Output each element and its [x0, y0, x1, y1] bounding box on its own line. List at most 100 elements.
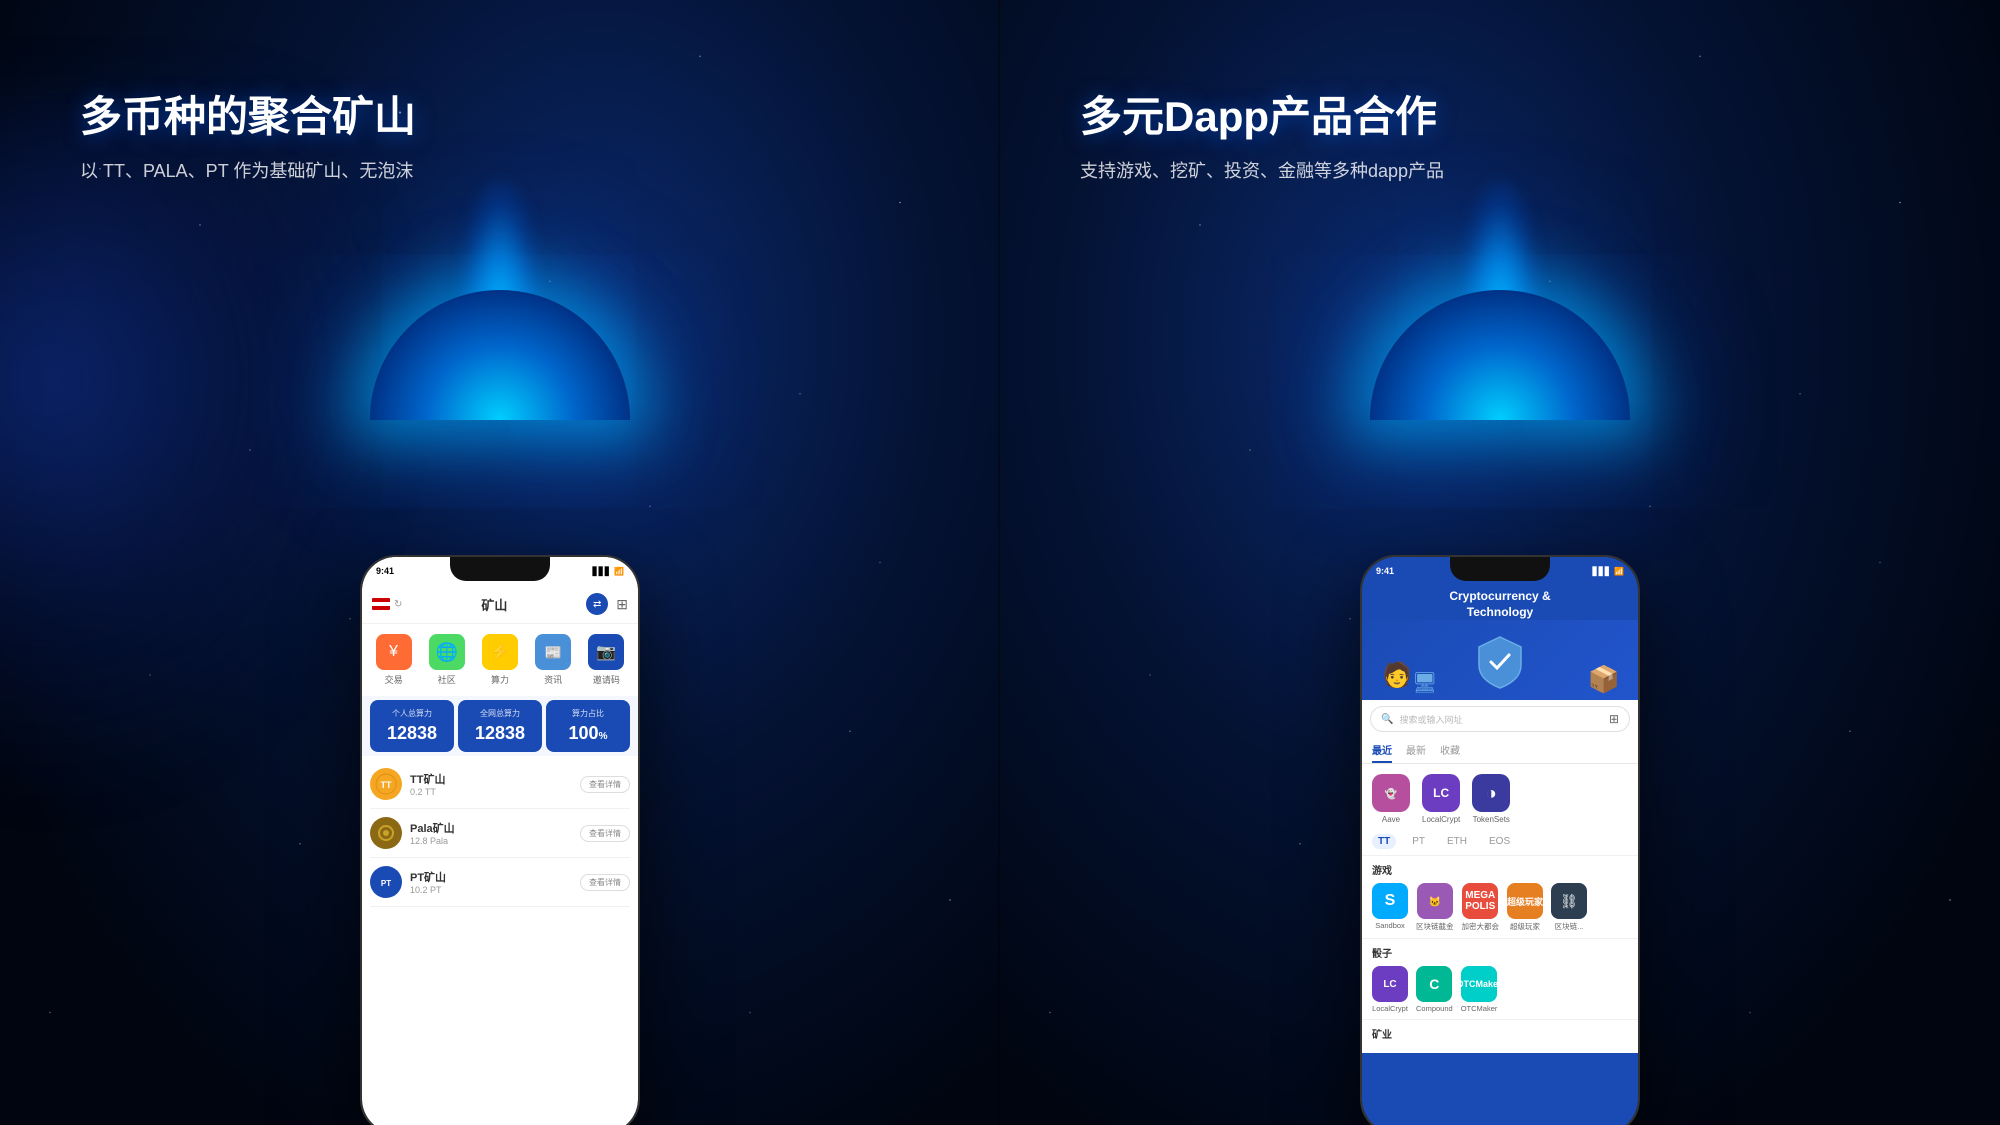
pt-amount: 10.2 PT — [410, 885, 446, 895]
quick-item-compute[interactable]: ⚡ 算力 — [482, 634, 518, 686]
quick-item-trade[interactable]: ¥ 交易 — [376, 634, 412, 686]
mining-pt-left: PT PT矿山 10.2 PT — [370, 866, 446, 898]
dapp-tabs: 最近 最新 收藏 — [1362, 738, 1638, 764]
illus-box: 📦 — [1588, 664, 1620, 695]
signal-right: ▋▋▋ 📶 — [1593, 567, 1624, 576]
signal-left: ▋▋▋ 📶 — [593, 567, 624, 576]
community-label: 社区 — [438, 673, 456, 686]
trade-icon: ¥ — [376, 634, 412, 670]
pala-detail-btn[interactable]: 查看详情 — [580, 825, 630, 842]
tt-detail-btn[interactable]: 查看详情 — [580, 776, 630, 793]
phone-right-screen: 9:41 ▋▋▋ 📶 Cryptocurrency & Technology — [1362, 557, 1638, 1125]
app-tokensets[interactable]: ◑ TokenSets — [1472, 774, 1510, 824]
svg-text:PT: PT — [381, 879, 391, 888]
app-localcrypt-recent[interactable]: LC LocalCrypt — [1422, 774, 1460, 824]
blockchain-game-icon: 🐱 — [1417, 883, 1453, 919]
app-otcmaker[interactable]: OTCMaker OTCMaker — [1461, 966, 1498, 1013]
tokensets-icon: ◑ — [1472, 774, 1510, 812]
grid-icon[interactable]: ⊞ — [616, 596, 628, 613]
super-player-label: 超级玩家 — [1510, 921, 1540, 932]
nav-right-icons: ⇄ ⊞ — [586, 593, 628, 615]
app-compound[interactable]: C Compound — [1416, 966, 1453, 1013]
cat-tab-tt[interactable]: TT — [1372, 834, 1396, 849]
stats-grid: 个人总算力 12838 全网总算力 12838 算力占比 100% — [362, 696, 638, 756]
app-aave[interactable]: 👻 Aave — [1372, 774, 1410, 824]
cat-tab-eos[interactable]: EOS — [1483, 834, 1516, 849]
stat-ratio-label: 算力占比 — [552, 708, 624, 719]
planet-sphere-left — [370, 290, 630, 420]
pt-detail-btn[interactable]: 查看详情 — [580, 874, 630, 891]
status-bar-right: 9:41 ▋▋▋ 📶 — [1362, 557, 1638, 585]
time-right: 9:41 — [1376, 566, 1394, 576]
aave-icon: 👻 — [1372, 774, 1410, 812]
stat-network-label: 全网总算力 — [464, 708, 536, 719]
app-megapolis[interactable]: MEGAPOLIS 加密大都会 — [1462, 883, 1500, 932]
tt-name: TT矿山 — [410, 771, 445, 787]
compound-label: Compound — [1416, 1004, 1453, 1013]
stat-ratio: 算力占比 100% — [546, 700, 630, 752]
community-icon: 🌐 — [429, 634, 465, 670]
percent-sign: % — [599, 731, 608, 742]
tab-favorites[interactable]: 收藏 — [1440, 742, 1460, 763]
cat-tab-pt[interactable]: PT — [1406, 834, 1431, 849]
refresh-icon[interactable]: ↻ — [394, 599, 402, 610]
search-bar[interactable]: 🔍 搜索或输入网址 ⊞ — [1370, 706, 1630, 732]
signal-bars-right: ▋▋▋ — [1593, 567, 1611, 576]
localcrypt-dice-icon: LC — [1372, 966, 1408, 1002]
games-row: S Sandbox 🐱 区块链截金 MEGAPOLIS — [1372, 883, 1628, 932]
panel-left: 多币种的聚合矿山 以 TT、PALA、PT 作为基础矿山、无泡沫 9:41 ▋▋… — [0, 0, 1000, 1125]
svg-text:👻: 👻 — [1385, 787, 1398, 800]
aave-label: Aave — [1382, 815, 1400, 824]
wifi-icon: 📶 — [614, 567, 624, 576]
industry-title: 矿业 — [1372, 1026, 1628, 1041]
quick-item-community[interactable]: 🌐 社区 — [429, 634, 465, 686]
pala-name: Pala矿山 — [410, 820, 455, 836]
panel-title-right: 多元Dapp产品合作 — [1080, 90, 1920, 145]
time-left: 9:41 — [376, 566, 394, 576]
tab-recent[interactable]: 最近 — [1372, 742, 1392, 763]
panel-right: 多元Dapp产品合作 支持游戏、挖矿、投资、金融等多种dapp产品 9:41 ▋… — [1000, 0, 2000, 1125]
panel-title-left: 多币种的聚合矿山 — [80, 90, 920, 145]
otcmaker-label: OTCMaker — [1461, 1004, 1498, 1013]
app-blockchain-extra[interactable]: ⛓ 区块链... — [1551, 883, 1587, 932]
pala-logo — [370, 817, 402, 849]
illus-person: 🧑 — [1382, 661, 1412, 690]
compute-icon: ⚡ — [482, 634, 518, 670]
phone-right: 9:41 ▋▋▋ 📶 Cryptocurrency & Technology — [1360, 555, 1640, 1125]
app-localcrypt-dice[interactable]: LC LocalCrypt — [1372, 966, 1408, 1013]
quick-item-news[interactable]: 📰 资讯 — [535, 634, 571, 686]
expand-icon[interactable]: ⊞ — [1609, 712, 1619, 726]
app-sandbox[interactable]: S Sandbox — [1372, 883, 1408, 932]
megapolis-label: 加密大都会 — [1462, 921, 1500, 932]
phone2-content: 🔍 搜索或输入网址 ⊞ 最近 最新 收藏 👻 — [1362, 700, 1638, 1053]
invite-label: 邀请码 — [593, 673, 620, 686]
cat-tab-eth[interactable]: ETH — [1441, 834, 1473, 849]
games-section: 游戏 S Sandbox 🐱 区块链截金 — [1362, 856, 1638, 938]
panel-header-right: 多元Dapp产品合作 支持游戏、挖矿、投资、金融等多种dapp产品 — [1080, 90, 1920, 183]
sandbox-icon: S — [1372, 883, 1408, 919]
compound-icon: C — [1416, 966, 1452, 1002]
mining-tt-left: TT TT矿山 0.2 TT — [370, 768, 445, 800]
tt-amount: 0.2 TT — [410, 787, 445, 797]
pt-name: PT矿山 — [410, 869, 446, 885]
games-title: 游戏 — [1372, 862, 1628, 877]
blockchain-extra-label: 区块链... — [1555, 921, 1584, 932]
localcrypt-dice-label: LocalCrypt — [1372, 1004, 1408, 1013]
pt-info: PT矿山 10.2 PT — [410, 869, 446, 895]
mining-item-tt: TT TT矿山 0.2 TT 查看详情 — [370, 760, 630, 809]
tab-latest[interactable]: 最新 — [1406, 742, 1426, 763]
signal-bars: ▋▋▋ — [593, 567, 611, 576]
invite-icon: 📷 — [588, 634, 624, 670]
dice-title: 骰子 — [1372, 945, 1628, 960]
app-super-player[interactable]: 超级玩家 超级玩家 — [1507, 883, 1543, 932]
panel-subtitle-left: 以 TT、PALA、PT 作为基础矿山、无泡沫 — [80, 157, 920, 183]
quick-item-invite[interactable]: 📷 邀请码 — [588, 634, 624, 686]
industry-section: 矿业 — [1362, 1019, 1638, 1053]
svg-text:TT: TT — [381, 780, 392, 790]
app-blockchain-game[interactable]: 🐱 区块链截金 — [1416, 883, 1454, 932]
planet-sphere-right — [1370, 290, 1630, 420]
transfer-icon[interactable]: ⇄ — [586, 593, 608, 615]
trade-label: 交易 — [385, 673, 403, 686]
tt-logo: TT — [370, 768, 402, 800]
search-input[interactable]: 搜索或输入网址 — [1399, 713, 1602, 726]
